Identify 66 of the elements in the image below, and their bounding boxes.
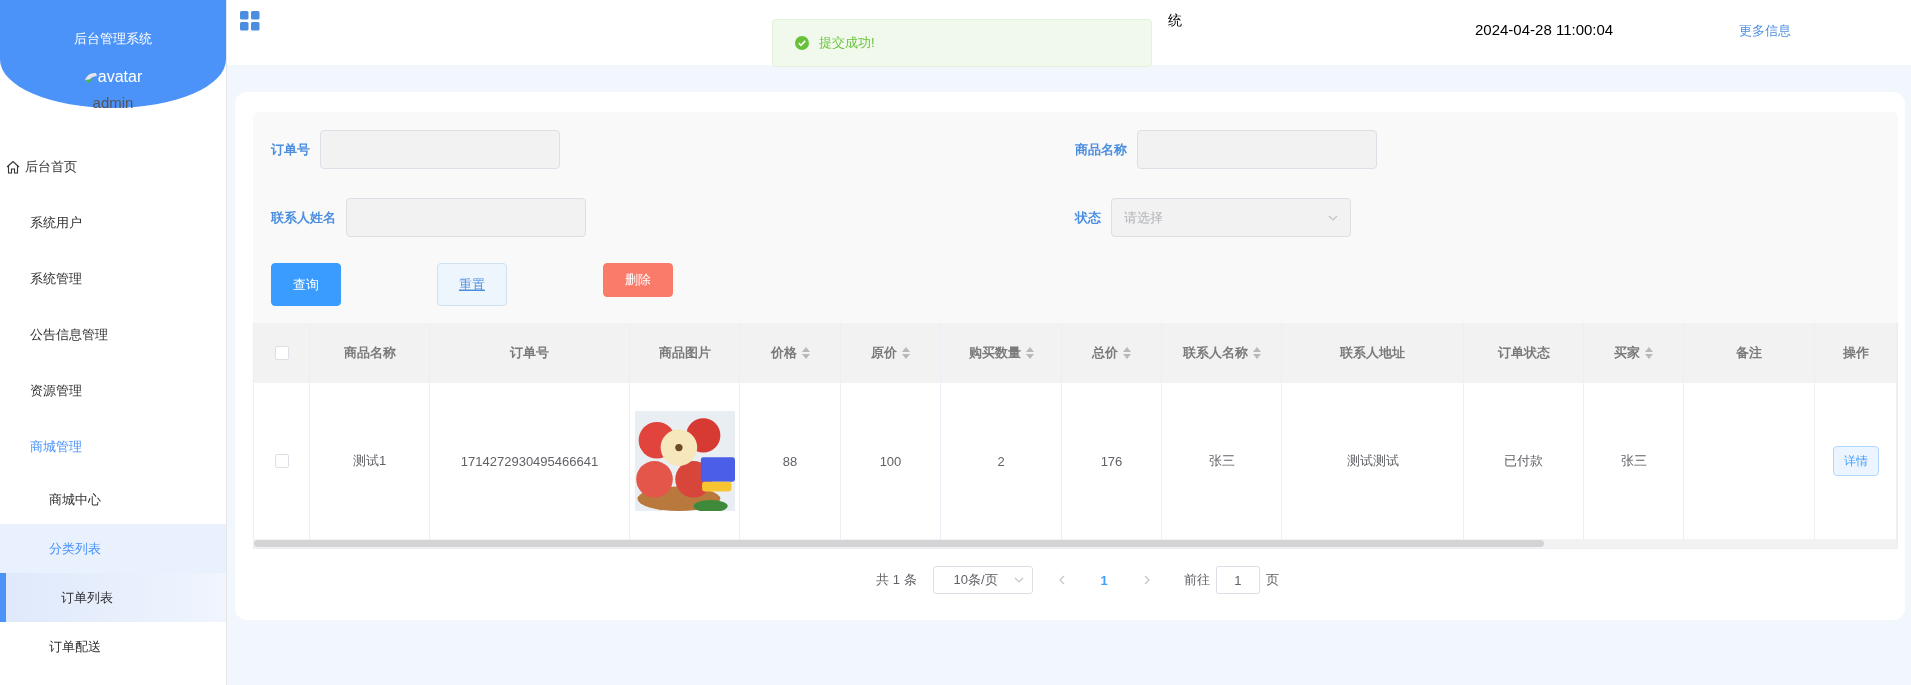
goto-label: 前往 (1183, 571, 1210, 589)
column-header: 商品名称 (310, 323, 430, 383)
field-label: 订单号 (271, 140, 310, 159)
table-cell: 176 (1100, 453, 1123, 469)
submenu-item[interactable]: 订单配送 (0, 622, 226, 671)
checkbox[interactable] (274, 454, 289, 468)
submenu-item[interactable]: 订单列表 (0, 573, 226, 622)
goto-page-field[interactable]: 1 (1215, 566, 1260, 594)
reset-button[interactable]: 重置 (437, 263, 507, 306)
column-header: 总价 (1062, 323, 1162, 383)
scrollbar-thumb[interactable] (254, 540, 1544, 547)
column-header: 备注 (1684, 323, 1815, 383)
column-header: 原价 (841, 323, 941, 383)
column-header: 订单号 (430, 323, 630, 383)
column-header: 购买数量 (941, 323, 1062, 383)
avatar-alt-text: avatar (97, 68, 143, 86)
grid-menu-icon[interactable] (240, 10, 260, 31)
input-field[interactable] (346, 198, 586, 237)
checkbox[interactable] (274, 346, 289, 360)
sort-icon[interactable] (801, 347, 810, 359)
column-header: 联系人名称 (1162, 323, 1282, 383)
menu-item[interactable]: 公告信息管理 (0, 307, 226, 363)
sort-icon[interactable] (1252, 347, 1261, 359)
page-title-fragment: 统 (1168, 12, 1182, 30)
column-header: 商品图片 (630, 323, 740, 383)
field-label: 商品名称 (1075, 140, 1127, 159)
toast-message: 提交成功! (819, 34, 875, 52)
table-cell: 张三 (1208, 452, 1235, 470)
app-title: 后台管理系统 (74, 30, 152, 48)
table-cell: 已付款 (1504, 452, 1543, 470)
column-header: 买家 (1584, 323, 1684, 383)
table-cell: 测试测试 (1346, 452, 1399, 470)
table-cell: 张三 (1620, 452, 1647, 470)
column-header: 订单状态 (1464, 323, 1584, 383)
username: admin (91, 94, 135, 111)
table-cell: 100 (879, 453, 902, 469)
chevron-down-icon[interactable] (1013, 575, 1024, 585)
broken-image-icon (83, 70, 98, 84)
column-header: 操作 (1815, 323, 1897, 383)
menu-item[interactable]: 后台首页 (0, 139, 226, 195)
submenu-item[interactable]: 商城中心 (0, 475, 226, 524)
sort-icon[interactable] (902, 347, 910, 359)
table-cell: 测试1 (352, 452, 387, 470)
sort-icon[interactable] (1123, 347, 1131, 359)
menu-item[interactable]: 资源管理 (0, 363, 226, 419)
home-icon (6, 160, 20, 174)
input-field[interactable] (320, 130, 560, 169)
sort-icon[interactable] (1025, 347, 1034, 359)
column-header: 价格 (740, 323, 841, 383)
check-circle-icon (795, 36, 809, 50)
page-suffix: 页 (1265, 571, 1279, 589)
table-cell: 1714272930495466641 (460, 453, 599, 469)
menu-item[interactable]: 系统用户 (0, 195, 226, 251)
sort-icon[interactable] (1645, 347, 1653, 359)
datetime: 2024-04-28 11:00:04 (1475, 21, 1614, 38)
total-count: 共 1 条 (876, 571, 917, 589)
menu-item[interactable]: 系统管理 (0, 251, 226, 307)
field-label: 状态 (1075, 208, 1101, 227)
input-field[interactable] (1137, 130, 1377, 169)
page-size-select[interactable]: 10条/页 (932, 566, 1033, 594)
field-label: 联系人姓名 (271, 208, 336, 227)
column-header: 联系人地址 (1282, 323, 1464, 383)
menu-item[interactable]: 商城管理 (0, 419, 226, 475)
more-info-link[interactable]: 更多信息 (1739, 22, 1791, 40)
table-cell: 88 (782, 453, 798, 469)
table-cell: 2 (997, 453, 1005, 469)
